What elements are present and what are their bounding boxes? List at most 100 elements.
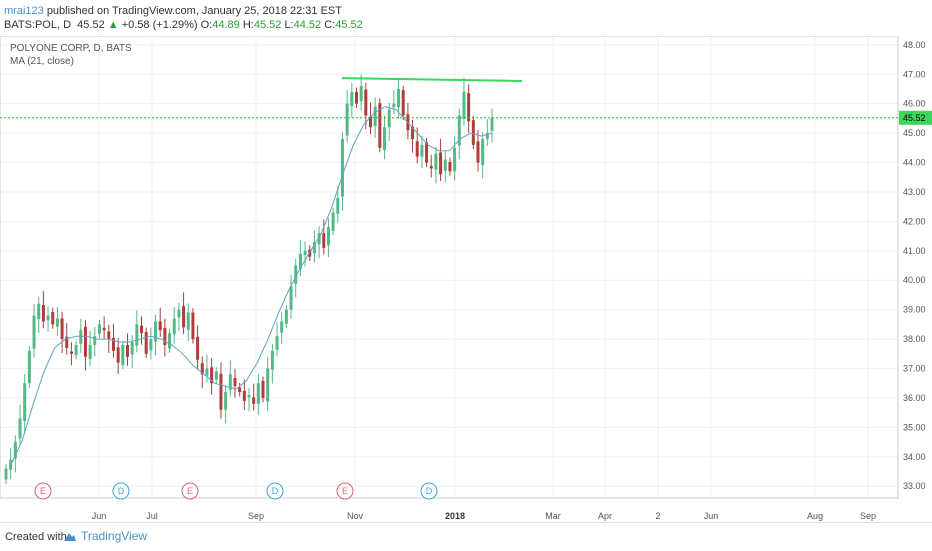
candle-body [196, 336, 200, 360]
candle-body [154, 321, 158, 342]
price-tick-label: 41.00 [903, 246, 926, 256]
time-tick-label: 2018 [445, 511, 465, 521]
candle-body [130, 342, 134, 355]
candle-body [415, 141, 419, 157]
time-tick-label: Jun [704, 511, 719, 521]
event-marker-label: D [426, 486, 433, 496]
candle-body [23, 383, 27, 421]
time-tick-label: Jul [146, 511, 158, 521]
close-value: 45.52 [335, 19, 363, 31]
candle-body [336, 197, 340, 214]
chart-header: mrai123 published on TradingView.com, Ja… [0, 0, 932, 36]
candle-body [350, 91, 354, 107]
symbol-label: BATS:POL, D [4, 19, 72, 31]
price-chart[interactable]: 33.00 34.00 35.00 36.00 37.00 38.00 39.00 40.00… [0, 36, 932, 522]
candle-body [490, 117, 494, 131]
indicator-label: MA (21, close) [10, 56, 74, 67]
footer: Created with TradingView [0, 522, 932, 551]
candle-body [392, 103, 396, 108]
created-with-text: Created with [5, 531, 67, 543]
high-label: H: [242, 19, 254, 31]
price-tick-label: 47.00 [903, 69, 926, 79]
candle-body [186, 312, 190, 330]
candle-body [97, 324, 101, 334]
candle-body [280, 321, 284, 333]
open-label: O: [200, 19, 213, 31]
candle-body [434, 153, 438, 170]
price-change: +0.58 (+1.29%) [121, 19, 198, 31]
candle-body [448, 161, 452, 172]
candle-body [326, 227, 330, 246]
cloud-icon [64, 533, 76, 541]
candle-body [345, 103, 349, 136]
candle-body [135, 324, 139, 346]
candle-body [4, 468, 8, 480]
candle-body [60, 318, 64, 340]
candle-body [471, 120, 475, 145]
candle-body [102, 327, 106, 331]
event-marker-label: E [40, 486, 46, 496]
high-value: 45.52 [253, 19, 282, 31]
candle-body [214, 371, 218, 380]
last-price-tag: 45.52 [899, 110, 932, 125]
candle-body [429, 166, 433, 169]
price-tag-text: 45.52 [903, 113, 926, 123]
price-tick-label: 46.00 [903, 99, 926, 109]
time-tick-label: Nov [347, 511, 364, 521]
candle-body [476, 141, 480, 163]
chart-grid [0, 36, 898, 498]
candle-body [481, 138, 485, 165]
price-tick-label: 38.00 [903, 334, 926, 344]
candle-body [205, 368, 209, 376]
publish-line: mrai123 published on TradingView.com, Ja… [4, 5, 342, 17]
author-link[interactable]: mrai123 [4, 5, 44, 17]
quote-line: BATS:POL, D 45.52 ▲ +0.58 (+1.29%) O:44.… [4, 19, 363, 31]
price-tick-label: 44.00 [903, 158, 926, 168]
candle-body [140, 325, 144, 334]
candle-body [9, 459, 13, 470]
candle-body [289, 286, 293, 310]
candle-body [397, 88, 401, 108]
candle-body [149, 339, 153, 351]
candle-body [79, 330, 83, 344]
event-marker-label: D [118, 486, 125, 496]
time-tick-label: 2 [655, 511, 660, 521]
candle-body [252, 397, 256, 404]
resistance-trendline[interactable] [341, 77, 523, 83]
price-tick-label: 36.00 [903, 393, 926, 403]
candle-body [340, 138, 344, 197]
candle-body [27, 350, 31, 384]
open-value: 44.89 [212, 19, 240, 31]
candle-body [425, 142, 429, 163]
time-axis[interactable]: Jun Jul Sep Nov 2018 Mar Apr 2 Jun Aug Sep [92, 511, 876, 521]
candle-body [172, 318, 176, 335]
price-axis[interactable]: 33.00 34.00 35.00 36.00 37.00 38.00 39.00 40.00… [903, 40, 926, 491]
event-marker-label: D [272, 486, 279, 496]
candle-body [55, 318, 59, 327]
candle-body [163, 327, 167, 345]
time-tick-label: Aug [807, 511, 823, 521]
price-tick-label: 34.00 [903, 452, 926, 462]
candle-body [387, 109, 391, 128]
price-tick-label: 43.00 [903, 187, 926, 197]
candle-body [247, 395, 251, 398]
candle-body [242, 390, 246, 401]
candle-body [93, 336, 97, 345]
series-title: POLYONE CORP, D, BATS [10, 43, 132, 54]
candle-body [83, 326, 87, 357]
candle-body [383, 127, 387, 151]
candle-body [256, 383, 260, 404]
candle-body [401, 90, 405, 116]
last-price: 45.52 [77, 19, 105, 31]
candle-body [158, 321, 162, 331]
time-tick-label: Jun [92, 511, 107, 521]
price-tick-label: 45.00 [903, 128, 926, 138]
candle-body [46, 315, 50, 321]
candle-body [126, 344, 129, 357]
candle-body [462, 91, 466, 119]
tradingview-logo[interactable]: TradingView [61, 529, 147, 543]
close-label: C: [324, 19, 336, 31]
candle-body [88, 344, 92, 360]
candle-body [219, 373, 223, 410]
candle-body [420, 144, 424, 157]
